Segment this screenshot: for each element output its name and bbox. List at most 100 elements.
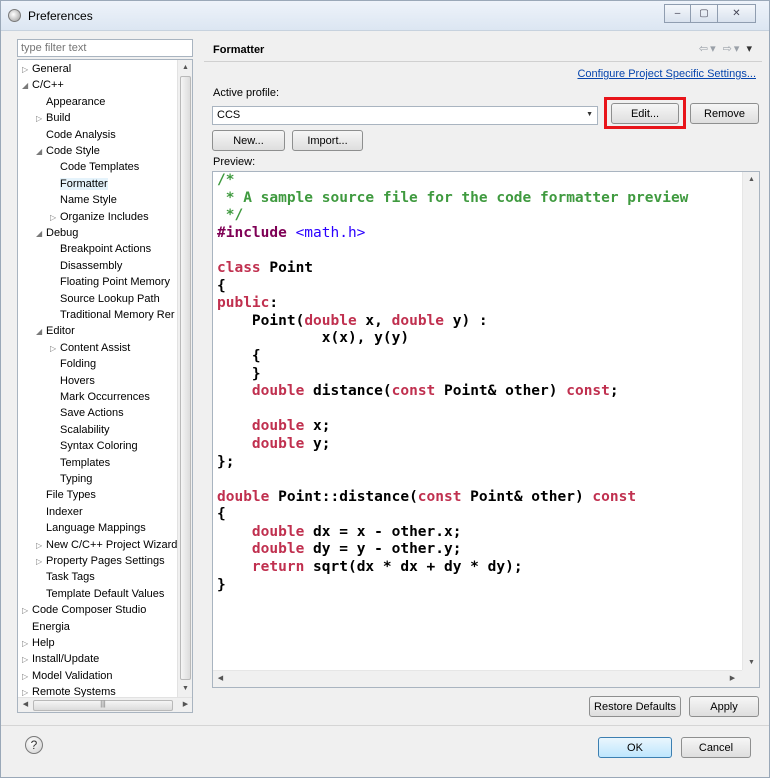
collapsed-arrow-icon[interactable]: ▷ bbox=[36, 554, 46, 570]
preview-vertical-scrollbar[interactable]: ▲ ▼ bbox=[742, 172, 759, 671]
preference-tree[interactable]: ▷ General ◢ C/C++ Appearance ▷ Build Code Analy… bbox=[17, 59, 193, 713]
ok-button[interactable]: OK bbox=[598, 737, 672, 758]
cancel-button[interactable]: Cancel bbox=[681, 737, 751, 758]
tree-item[interactable]: Typing bbox=[50, 471, 92, 487]
tree-item[interactable]: ▷ Build bbox=[36, 110, 70, 126]
filter-input[interactable] bbox=[17, 39, 193, 57]
tree-item[interactable]: ◢ Code Style bbox=[36, 143, 100, 159]
configure-project-settings-link[interactable]: Configure Project Specific Settings... bbox=[577, 68, 756, 80]
code-line: x(x), y(y) bbox=[217, 330, 688, 348]
tree-hscroll-thumb[interactable]: ||| bbox=[33, 700, 173, 711]
tree-item[interactable]: Breakpoint Actions bbox=[50, 241, 151, 257]
tree-item[interactable]: Save Actions bbox=[50, 405, 124, 421]
expanded-arrow-icon[interactable]: ◢ bbox=[36, 226, 46, 242]
tree-item[interactable]: Floating Point Memory bbox=[50, 274, 170, 290]
new-profile-button[interactable]: New... bbox=[212, 130, 285, 151]
tree-scroll-thumb[interactable] bbox=[180, 76, 191, 680]
code-line: double dx = x - other.x; bbox=[217, 524, 688, 542]
expanded-arrow-icon[interactable]: ◢ bbox=[36, 324, 46, 340]
collapsed-arrow-icon[interactable]: ▷ bbox=[50, 210, 60, 226]
tree-item[interactable]: ▷ Code Composer Studio bbox=[22, 602, 146, 618]
tree-item[interactable]: Code Templates bbox=[50, 159, 139, 175]
close-button[interactable]: ✕ bbox=[718, 4, 756, 23]
maximize-button[interactable]: ▢ bbox=[691, 4, 718, 23]
remove-button[interactable]: Remove bbox=[690, 103, 759, 124]
tree-item[interactable]: Code Analysis bbox=[36, 127, 116, 143]
tree-item[interactable]: Template Default Values bbox=[36, 586, 164, 602]
tree-item[interactable]: ▷ Help bbox=[22, 635, 55, 651]
tree-item[interactable]: Energia bbox=[22, 619, 70, 635]
collapsed-arrow-icon[interactable]: ▷ bbox=[22, 603, 32, 619]
help-icon[interactable]: ? bbox=[25, 736, 43, 754]
preview-scroll-left-icon[interactable]: ◀ bbox=[213, 672, 228, 686]
code-line: #include <math.h> bbox=[217, 225, 688, 243]
collapsed-arrow-icon[interactable]: ▷ bbox=[22, 62, 32, 78]
preview-scroll-right-icon[interactable]: ▶ bbox=[725, 672, 740, 686]
back-arrow-icon[interactable]: ⇦ bbox=[699, 43, 710, 55]
tree-item[interactable]: Appearance bbox=[36, 94, 105, 110]
tree-item[interactable]: ▷ Model Validation bbox=[22, 668, 113, 684]
code-token: y; bbox=[304, 435, 331, 452]
active-profile-select[interactable]: CCS ▼ bbox=[212, 106, 598, 125]
preview-scroll-down-icon[interactable]: ▼ bbox=[743, 656, 759, 670]
tree-item[interactable]: ◢ Editor bbox=[36, 323, 75, 339]
tree-item[interactable]: Indexer bbox=[36, 504, 83, 520]
title-bar[interactable]: Preferences – ▢ ✕ bbox=[1, 1, 769, 31]
collapsed-arrow-icon[interactable]: ▷ bbox=[22, 636, 32, 652]
scroll-up-arrow-icon[interactable]: ▲ bbox=[178, 61, 192, 75]
tree-item[interactable]: ▷ Property Pages Settings bbox=[36, 553, 165, 569]
expanded-arrow-icon[interactable]: ◢ bbox=[36, 144, 46, 160]
forward-menu-icon[interactable]: ▾ bbox=[734, 43, 742, 55]
collapsed-arrow-icon[interactable]: ▷ bbox=[36, 538, 46, 554]
tree-item[interactable]: Mark Occurrences bbox=[50, 389, 150, 405]
tree-item[interactable]: Disassembly bbox=[50, 258, 122, 274]
preview-horizontal-scrollbar[interactable]: ◀ ▶ bbox=[213, 670, 743, 687]
view-menu-icon[interactable]: ▾ bbox=[746, 43, 754, 55]
forward-arrow-icon[interactable]: ⇨ bbox=[723, 43, 734, 55]
tree-vertical-scrollbar[interactable]: ▲ ▼ bbox=[177, 60, 192, 697]
tree-item[interactable]: Language Mappings bbox=[36, 520, 146, 536]
tree-item[interactable]: ◢ Debug bbox=[36, 225, 78, 241]
tree-item[interactable]: ▷ Organize Includes bbox=[50, 209, 149, 225]
collapsed-arrow-icon[interactable]: ▷ bbox=[22, 652, 32, 668]
tree-item[interactable]: Hovers bbox=[50, 373, 95, 389]
tree-item[interactable]: ◢ C/C++ bbox=[22, 77, 64, 93]
tree-item[interactable]: ▷ Content Assist bbox=[50, 340, 130, 356]
tree-item-label: Language Mappings bbox=[46, 522, 146, 535]
tree-item[interactable]: Traditional Memory Rer bbox=[50, 307, 175, 323]
tree-item[interactable]: Syntax Coloring bbox=[50, 438, 138, 454]
tree-item[interactable]: Templates bbox=[50, 455, 110, 471]
collapsed-arrow-icon[interactable]: ▷ bbox=[22, 669, 32, 685]
back-menu-icon[interactable]: ▾ bbox=[710, 43, 718, 55]
tree-item[interactable]: Name Style bbox=[50, 192, 117, 208]
expanded-arrow-icon[interactable]: ◢ bbox=[22, 78, 32, 94]
preview-scroll-up-icon[interactable]: ▲ bbox=[743, 173, 759, 187]
tree-item[interactable]: ▷ New C/C++ Project Wizard bbox=[36, 537, 177, 553]
tree-item[interactable]: Folding bbox=[50, 356, 96, 372]
tree-item[interactable]: ▷ General bbox=[22, 61, 71, 77]
tree-item-label: Organize Includes bbox=[60, 210, 149, 223]
minimize-button[interactable]: – bbox=[664, 4, 691, 23]
scroll-down-arrow-icon[interactable]: ▼ bbox=[178, 682, 192, 696]
restore-defaults-button[interactable]: Restore Defaults bbox=[589, 696, 681, 717]
tree-item[interactable]: Scalability bbox=[50, 422, 110, 438]
collapsed-arrow-icon[interactable]: ▷ bbox=[50, 341, 60, 357]
scroll-left-arrow-icon[interactable]: ◀ bbox=[18, 698, 33, 712]
tree-item[interactable]: Source Lookup Path bbox=[50, 291, 160, 307]
tree-item[interactable]: ▷ Install/Update bbox=[22, 651, 99, 667]
preview-label: Preview: bbox=[213, 156, 256, 168]
tree-item[interactable]: Formatter bbox=[50, 176, 108, 192]
tree-item[interactable]: File Types bbox=[36, 487, 96, 503]
import-profile-button[interactable]: Import... bbox=[292, 130, 363, 151]
formatter-preview[interactable]: /* * A sample source file for the code f… bbox=[212, 171, 760, 688]
window-controls: – ▢ ✕ bbox=[664, 4, 756, 23]
tree-horizontal-scrollbar[interactable]: ◀ ||| ▶ bbox=[18, 697, 192, 712]
scroll-right-arrow-icon[interactable]: ▶ bbox=[178, 698, 192, 712]
code-line: } bbox=[217, 366, 688, 384]
apply-button[interactable]: Apply bbox=[689, 696, 759, 717]
collapsed-arrow-icon[interactable]: ▷ bbox=[36, 111, 46, 127]
tree-item[interactable]: Task Tags bbox=[36, 569, 95, 585]
code-line: */ bbox=[217, 207, 688, 225]
code-token: * A sample source file for the code form… bbox=[217, 189, 689, 206]
